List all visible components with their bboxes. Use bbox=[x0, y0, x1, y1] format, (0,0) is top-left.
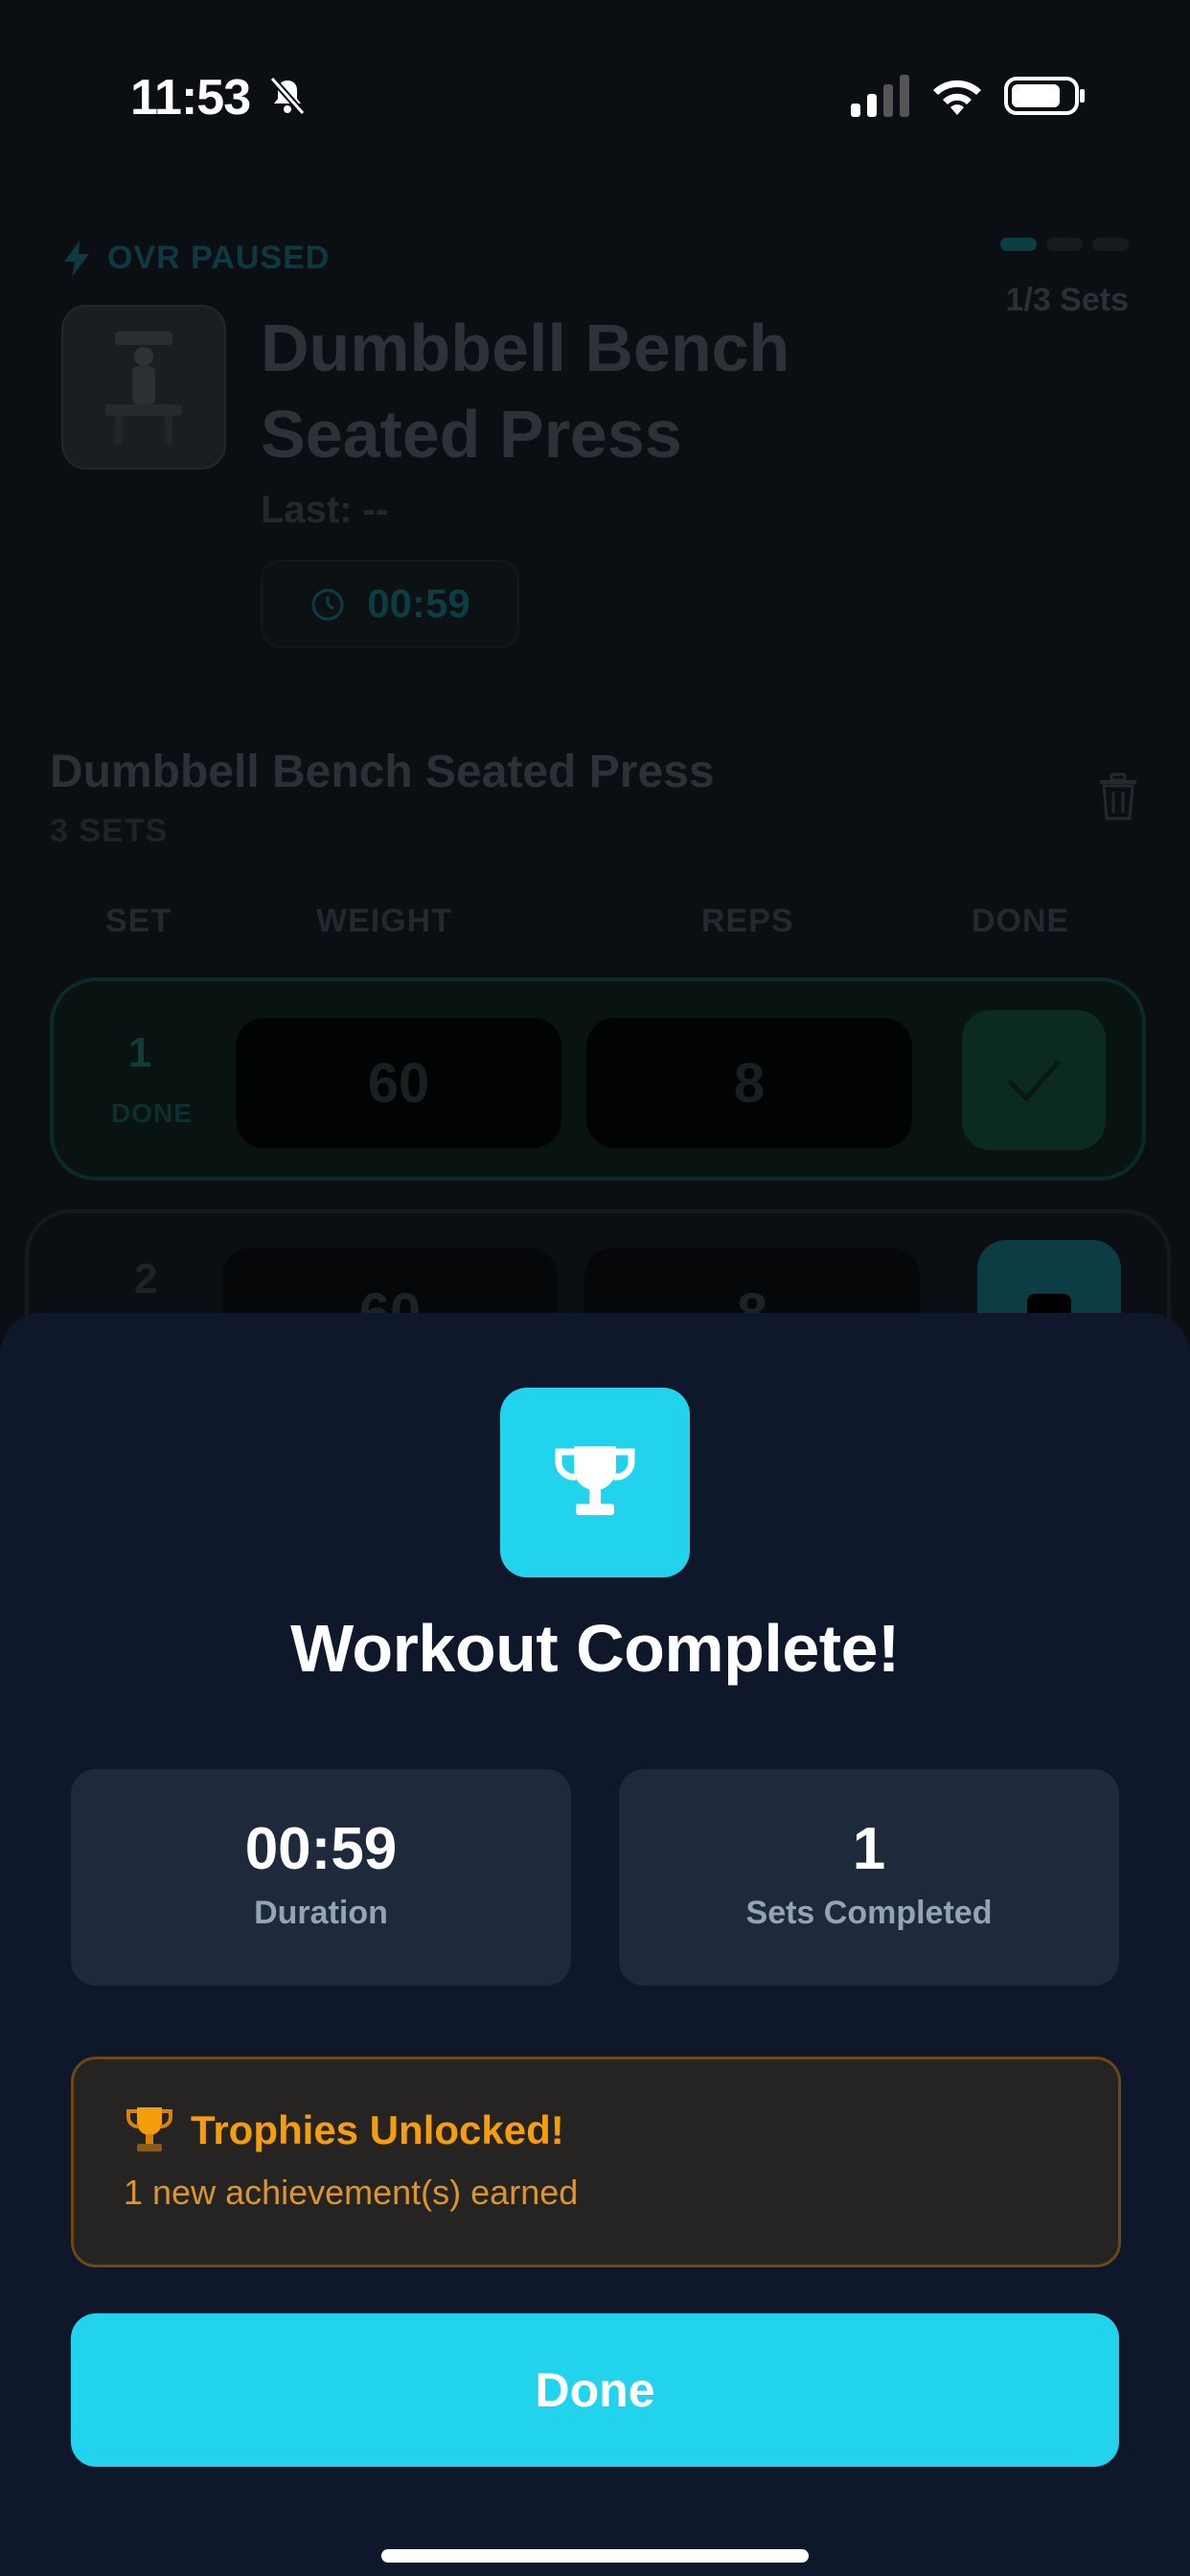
trash-icon[interactable] bbox=[1096, 772, 1140, 820]
column-header-done: DONE bbox=[972, 903, 1070, 939]
exercise-section-title: Dumbbell Bench Seated Press bbox=[50, 747, 715, 797]
progress-dot bbox=[1092, 238, 1129, 251]
exercise-thumbnail[interactable] bbox=[61, 305, 226, 470]
trophy-badge bbox=[500, 1388, 690, 1577]
set-progress-dots bbox=[1000, 238, 1129, 251]
ovr-label: OVR PAUSED bbox=[107, 240, 331, 276]
done-button[interactable]: Done bbox=[71, 2313, 1119, 2467]
lightning-icon bbox=[64, 240, 89, 277]
trophies-title: Trophies Unlocked! bbox=[191, 2107, 564, 2152]
trophy-emoji-icon bbox=[126, 2107, 173, 2151]
duration-card: 00:59 Duration bbox=[71, 1769, 571, 1986]
progress-dot bbox=[1000, 238, 1037, 251]
reps-input[interactable]: 8 bbox=[586, 1018, 912, 1148]
duration-label: Duration bbox=[254, 1895, 388, 1931]
workout-background: OVR PAUSED 1/3 Sets Dumbbell Bench Seate… bbox=[0, 0, 1190, 1409]
ovr-status: OVR PAUSED bbox=[61, 240, 330, 277]
trophy-icon bbox=[555, 1446, 635, 1515]
trophies-header: Trophies Unlocked! bbox=[124, 2105, 564, 2155]
home-indicator bbox=[381, 2549, 809, 2563]
sets-completed-card: 1 Sets Completed bbox=[619, 1769, 1119, 1986]
column-header-reps: REPS bbox=[701, 903, 794, 939]
rest-timer[interactable]: 00:59 bbox=[261, 560, 519, 648]
last-performance: Last: -- bbox=[261, 489, 389, 531]
set-status: DONE bbox=[111, 1098, 193, 1128]
workout-complete-sheet: Workout Complete! 00:59 Duration 1 Sets … bbox=[0, 1313, 1190, 2576]
timer-value: 00:59 bbox=[367, 581, 470, 626]
column-header-set: SET bbox=[105, 903, 172, 939]
weight-input[interactable]: 60 bbox=[236, 1018, 561, 1148]
column-header-weight: WEIGHT bbox=[316, 903, 452, 939]
exercise-section-sets: 3 SETS bbox=[50, 813, 169, 849]
set-number: 2 bbox=[134, 1255, 158, 1302]
set-done-toggle[interactable] bbox=[962, 1010, 1106, 1150]
sets-completed-value: 1 bbox=[852, 1816, 886, 1882]
timer-icon bbox=[311, 588, 344, 621]
trophies-subtitle: 1 new achievement(s) earned bbox=[124, 2173, 579, 2212]
duration-value: 00:59 bbox=[244, 1816, 398, 1882]
sheet-title: Workout Complete! bbox=[290, 1611, 900, 1686]
sets-completed-label: Sets Completed bbox=[745, 1895, 993, 1931]
set-number: 1 bbox=[127, 1029, 152, 1076]
exercise-title: Dumbbell Bench Seated Press bbox=[261, 310, 790, 472]
trophies-banner[interactable]: Trophies Unlocked! 1 new achievement(s) … bbox=[71, 2057, 1121, 2267]
screen: 11:53 OVR PAUSED 1/3 Sets Dumbbell Bench… bbox=[0, 0, 1190, 2576]
sets-progress: 1/3 Sets bbox=[1005, 282, 1129, 318]
checkmark-icon bbox=[1007, 1060, 1061, 1102]
bench-press-image bbox=[105, 332, 182, 445]
progress-dot bbox=[1046, 238, 1083, 251]
set-row: 1 DONE 60 8 bbox=[50, 978, 1146, 1181]
